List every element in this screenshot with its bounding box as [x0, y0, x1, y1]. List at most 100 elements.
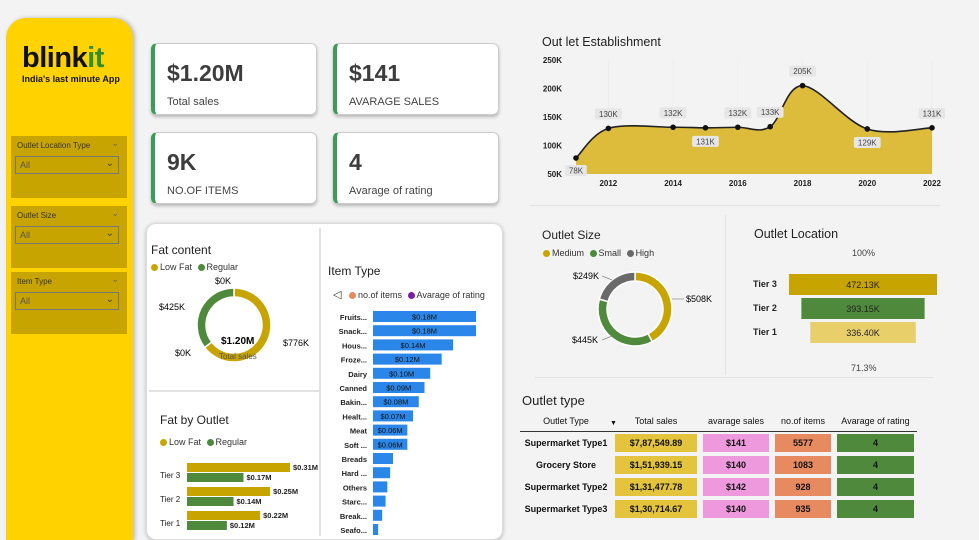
average-sales-cell: $141 [700, 431, 772, 454]
fat-content-donut: $0K $425K $0K $776K $1.20M Total sales [159, 276, 309, 363]
sort-descending-icon[interactable]: ▼ [610, 420, 617, 427]
data-point[interactable] [702, 125, 709, 131]
clear-filter-icon[interactable]: ⌄ [111, 138, 119, 149]
bar-low-fat[interactable] [187, 487, 271, 496]
category-label: Snack... [339, 327, 367, 336]
donut-slice-small[interactable] [597, 298, 654, 347]
data-point[interactable] [767, 123, 773, 130]
item-type-bar[interactable] [373, 495, 386, 507]
sidebar: blinkit India's last minute App Outlet L… [6, 18, 133, 540]
category-label: Tier 3 [753, 279, 777, 289]
donut-label: $445K [572, 335, 598, 345]
column-header[interactable]: Outlet Type [520, 411, 612, 432]
item-type-bar[interactable] [373, 509, 383, 521]
bar-regular[interactable] [187, 521, 227, 530]
data-label: 131K [696, 137, 715, 146]
category-label: Hard ... [342, 469, 367, 478]
x-tick-label: 2018 [794, 179, 812, 188]
x-tick-label: 2012 [599, 179, 617, 188]
category-label: Tier 1 [160, 519, 181, 528]
y-tick-label: 250K [543, 56, 562, 65]
donut-label: $425K [159, 302, 185, 312]
category-label: Canned [339, 384, 367, 393]
item-type-dropdown[interactable]: All ⌄ [15, 292, 119, 310]
column-header[interactable]: Total sales ▼ [610, 411, 700, 432]
bar-low-fat[interactable] [187, 511, 261, 520]
rating-cell: 4 [834, 431, 917, 454]
item-type-legend: ◁ no.of items Avarage of rating [333, 289, 485, 301]
data-label: $0.22M [263, 511, 288, 520]
outlet-establishment-title: Out let Establishment [542, 35, 661, 49]
data-label: $0.14M [401, 341, 426, 350]
data-label: 336.40K [846, 328, 880, 338]
table-row[interactable]: Supermarket Type1 $7,87,549.89 $141 5577 4 [520, 431, 917, 454]
data-point[interactable] [670, 124, 676, 131]
data-label: 132K [664, 109, 683, 118]
data-label: $0.06M [378, 426, 403, 435]
donut-center-label: Total sales [219, 352, 257, 361]
data-point[interactable] [735, 124, 741, 131]
column-header[interactable]: no.of items [772, 411, 834, 432]
category-label: Tier 2 [753, 303, 777, 313]
kpi-number-of-items: 9K NO.OF ITEMS [151, 132, 317, 204]
bar-low-fat[interactable] [187, 463, 290, 472]
funnel-bottom-label: 71.3% [851, 363, 877, 373]
item-type-bar[interactable] [373, 481, 388, 493]
data-label: $0.17M [246, 473, 271, 482]
legend-scroll-left-icon[interactable]: ◁ [333, 289, 341, 301]
average-sales-cell: $140 [700, 498, 772, 520]
clear-filter-icon[interactable]: ⌄ [111, 208, 119, 219]
fat-content-title: Fat content [151, 243, 212, 257]
outlet-location-type-dropdown[interactable]: All ⌄ [15, 156, 119, 174]
column-header[interactable]: Avarage of rating [834, 411, 917, 432]
table-row[interactable]: Supermarket Type3 $1,30,714.67 $140 935 4 [520, 498, 917, 520]
data-point[interactable] [573, 155, 579, 161]
donut-label: $249K [573, 271, 599, 281]
data-point[interactable] [799, 82, 806, 89]
table-row[interactable]: Supermarket Type2 $1,31,477.78 $142 928 4 [520, 476, 917, 498]
rating-cell: 4 [834, 454, 917, 476]
data-label: $0.07M [381, 412, 406, 421]
y-tick-label: 100K [543, 142, 562, 151]
data-label: 133K [761, 108, 780, 117]
category-label: Tier 2 [160, 495, 181, 504]
data-label: 132K [728, 109, 747, 118]
kpi-average-rating: 4 Avarage of rating [333, 132, 499, 204]
outlet-location-funnel: Tier 3 472.13K Tier 2 393.15K Tier 1 336.40K [753, 274, 937, 343]
bar-regular[interactable] [187, 497, 234, 506]
data-point[interactable] [864, 126, 871, 132]
slicer-outlet-size: Outlet Size ⌄ All ⌄ [11, 206, 127, 268]
outlet-size-title: Outlet Size [542, 228, 601, 242]
bar-regular[interactable] [187, 473, 244, 482]
outlet-location-title: Outlet Location [754, 227, 839, 241]
category-label: Break... [340, 512, 367, 521]
column-header[interactable]: avarage sales [700, 411, 772, 432]
category-label: Starc... [342, 498, 367, 507]
clear-filter-icon[interactable]: ⌄ [111, 274, 119, 285]
items-count-cell: 928 [772, 476, 834, 498]
outlet-type-cell: Supermarket Type1 [524, 437, 608, 448]
total-sales-cell: $1,30,714.67 [612, 498, 700, 520]
slicer-title: Item Type [17, 277, 52, 286]
data-label: $0.10M [389, 369, 414, 378]
table-row[interactable]: Grocery Store $1,51,939.15 $140 1083 4 [520, 454, 917, 476]
donut-label: $0K [215, 276, 231, 286]
y-tick-label: 200K [543, 85, 562, 94]
outlet-size-dropdown[interactable]: All ⌄ [15, 226, 119, 244]
x-tick-label: 2022 [923, 179, 941, 188]
item-type-bar[interactable] [373, 524, 379, 535]
donut-slice-medium[interactable] [634, 271, 673, 343]
items-count-cell: 1083 [772, 454, 834, 476]
outlet-type-table: Outlet Type Total sales ▼ avarage sales n… [520, 411, 917, 520]
category-label: Froze... [341, 356, 367, 365]
data-point[interactable] [929, 125, 935, 131]
x-tick-label: 2014 [664, 179, 682, 188]
donut-slice-high[interactable] [598, 271, 636, 303]
item-type-bar[interactable] [373, 467, 391, 479]
data-point[interactable] [605, 125, 612, 132]
category-label: Tier 1 [753, 327, 777, 337]
item-type-bar[interactable] [373, 453, 394, 464]
x-tick-label: 2020 [858, 179, 876, 188]
donut-label: $508K [686, 294, 712, 304]
total-sales-cell: $7,87,549.89 [612, 431, 700, 454]
